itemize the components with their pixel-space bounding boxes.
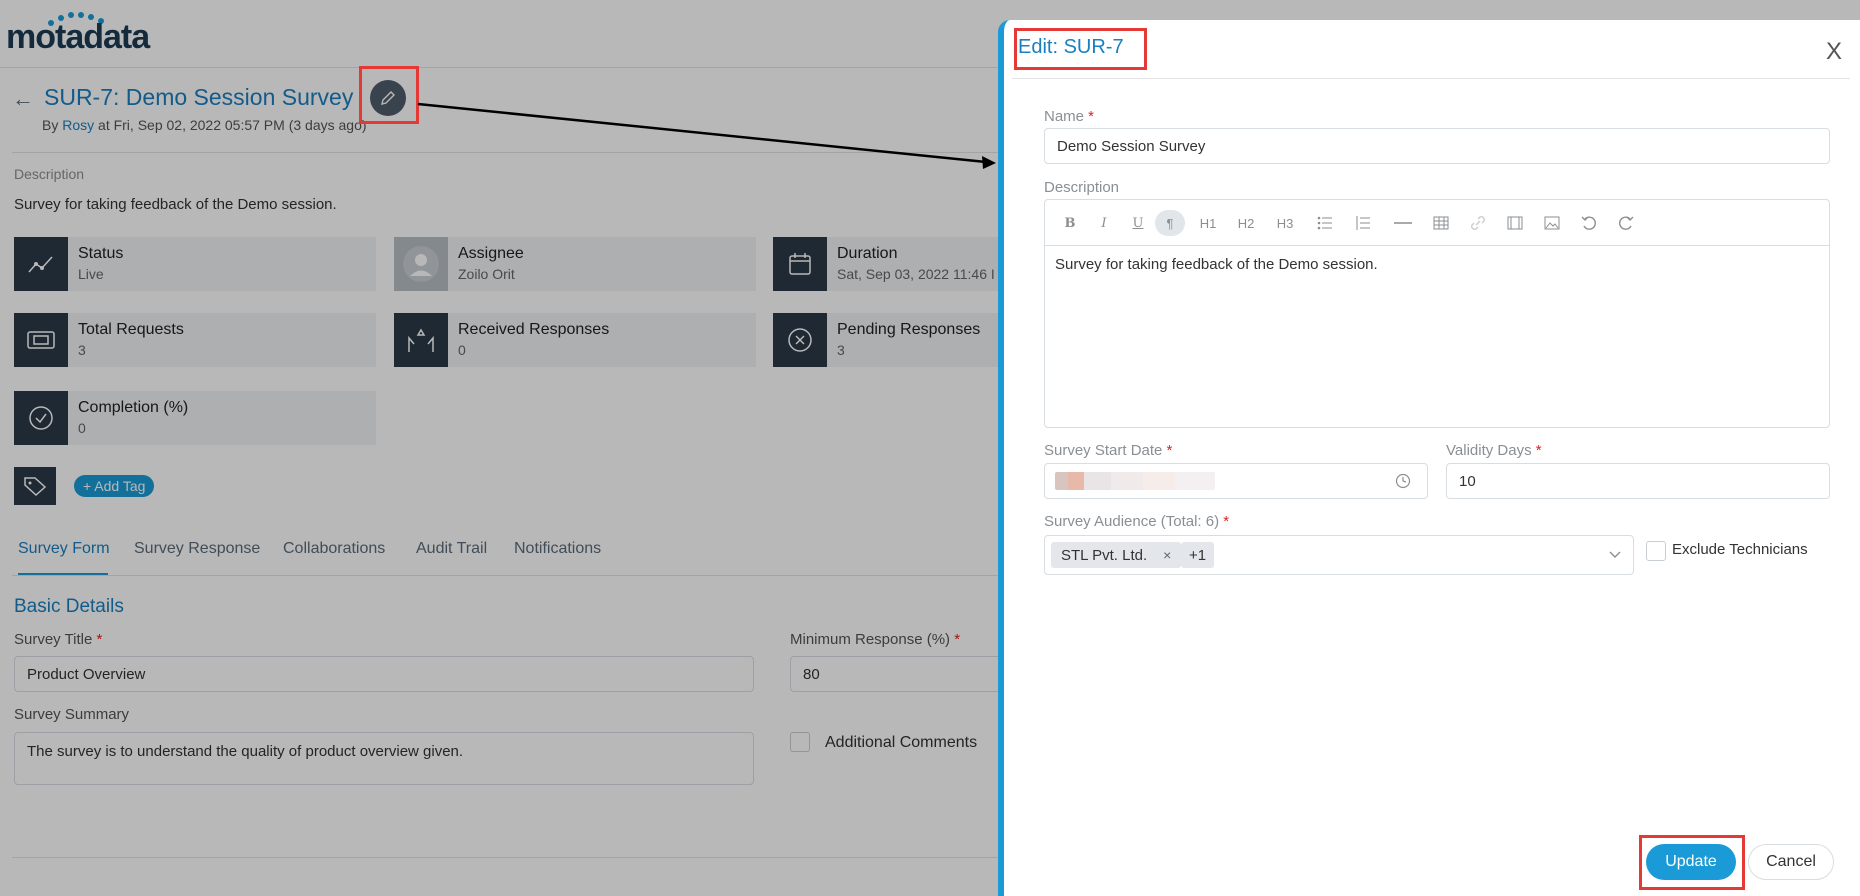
undo-icon[interactable] <box>1576 210 1602 236</box>
name-input[interactable]: Demo Session Survey <box>1044 128 1830 164</box>
bold-icon[interactable]: B <box>1057 210 1083 236</box>
drawer-header-divider <box>1012 78 1850 79</box>
redacted-date-value <box>1055 472 1215 490</box>
heading-2-button[interactable]: H2 <box>1233 210 1259 236</box>
edit-button-highlight <box>359 66 419 124</box>
numbered-list-icon[interactable] <box>1350 210 1376 236</box>
description-label: Description <box>1044 179 1120 196</box>
image-icon[interactable] <box>1539 210 1565 236</box>
audience-chip-label: STL Pvt. Ltd. <box>1061 546 1148 564</box>
chip-remove-icon[interactable]: × <box>1163 547 1171 563</box>
survey-start-date-input[interactable] <box>1044 463 1428 499</box>
italic-icon[interactable]: I <box>1091 210 1117 236</box>
video-icon[interactable] <box>1502 210 1528 236</box>
audience-chip: STL Pvt. Ltd. × <box>1051 542 1182 568</box>
redo-icon[interactable] <box>1613 210 1639 236</box>
drawer-title: Edit: SUR-7 <box>1018 36 1124 58</box>
exclude-technicians-checkbox[interactable] <box>1646 541 1666 561</box>
validity-days-label: Validity Days * <box>1446 442 1542 459</box>
close-icon[interactable]: X <box>1826 38 1842 66</box>
bullet-list-icon[interactable] <box>1312 210 1338 236</box>
cancel-button[interactable]: Cancel <box>1748 844 1834 880</box>
exclude-technicians-label: Exclude Technicians <box>1672 541 1808 558</box>
heading-1-button[interactable]: H1 <box>1195 210 1221 236</box>
survey-audience-select[interactable]: STL Pvt. Ltd. × +1 <box>1044 535 1634 575</box>
table-icon[interactable] <box>1428 210 1454 236</box>
update-button[interactable]: Update <box>1646 844 1736 880</box>
survey-audience-label: Survey Audience (Total: 6) * <box>1044 513 1230 530</box>
editor-toolbar: B I U ¶ H1 H2 H3 <box>1045 200 1829 246</box>
editor-content[interactable]: Survey for taking feedback of the Demo s… <box>1055 256 1378 273</box>
underline-icon[interactable]: U <box>1125 210 1151 236</box>
clock-icon[interactable] <box>1395 473 1411 489</box>
description-editor: B I U ¶ H1 H2 H3 Survey for taking feedb… <box>1044 199 1830 428</box>
survey-start-date-label: Survey Start Date * <box>1044 442 1173 459</box>
horizontal-rule-icon[interactable] <box>1390 210 1416 236</box>
audience-more-chip[interactable]: +1 <box>1181 542 1215 568</box>
link-icon[interactable] <box>1465 210 1491 236</box>
heading-3-button[interactable]: H3 <box>1272 210 1298 236</box>
chevron-down-icon[interactable] <box>1609 551 1621 559</box>
name-label: Name * <box>1044 108 1095 125</box>
paragraph-icon[interactable]: ¶ <box>1155 210 1185 236</box>
edit-survey-drawer: Edit: SUR-7 X Name * Demo Session Survey… <box>998 20 1860 896</box>
validity-days-input[interactable]: 10 <box>1446 463 1830 499</box>
